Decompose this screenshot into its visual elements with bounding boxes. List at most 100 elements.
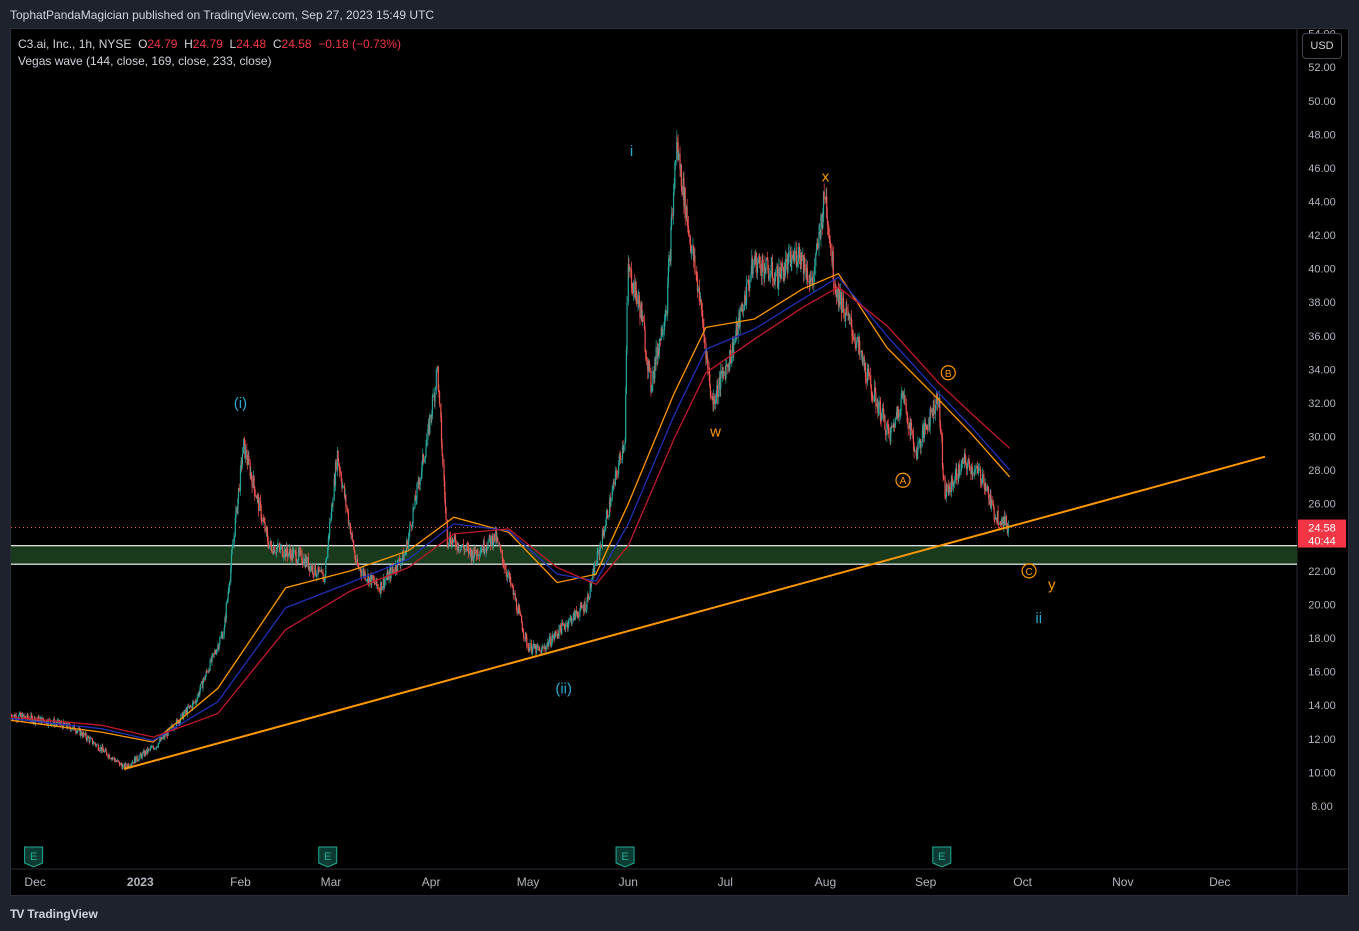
candle-body	[956, 469, 958, 480]
candle-body	[106, 751, 108, 756]
candle-body	[555, 631, 557, 634]
candle-body	[720, 370, 722, 389]
candle-body	[474, 546, 476, 553]
candle-body	[813, 266, 816, 273]
earnings-marker[interactable]: E	[24, 846, 44, 868]
candle-body	[331, 505, 333, 519]
candle-body	[616, 474, 618, 475]
candle-body	[597, 550, 599, 552]
earnings-marker[interactable]: E	[932, 846, 952, 868]
candle-body	[791, 255, 793, 263]
candle-body	[897, 409, 900, 418]
candle-body	[431, 396, 434, 415]
candle-body	[374, 583, 376, 585]
candle-body	[254, 495, 256, 497]
wave-label[interactable]: y	[1048, 576, 1056, 593]
candle-body	[86, 736, 88, 741]
y-tick-label: 22.00	[1308, 566, 1336, 578]
wave-label[interactable]: (ii)	[555, 680, 572, 697]
symbol-label[interactable]: C3.ai, Inc., 1h, NYSE	[18, 37, 131, 51]
candle-body	[985, 483, 987, 491]
wave-label[interactable]: (i)	[234, 395, 247, 412]
candle-body	[672, 192, 675, 216]
wave-label[interactable]: C	[1025, 567, 1032, 578]
y-tick-label: 34.00	[1308, 364, 1336, 376]
candle-body	[390, 567, 392, 578]
candles[interactable]	[11, 130, 1009, 771]
candle-body	[949, 487, 951, 493]
candle-body	[471, 550, 473, 560]
x-tick-label: Jul	[718, 875, 733, 889]
currency-button[interactable]: USD	[1302, 33, 1342, 59]
wave-label[interactable]: x	[822, 168, 830, 185]
candle-body	[917, 442, 919, 453]
candle-body	[603, 529, 605, 536]
y-tick-label: 12.00	[1308, 734, 1336, 746]
candle-body	[758, 255, 761, 264]
candle-body	[855, 341, 858, 348]
wave-label[interactable]: i	[630, 143, 633, 160]
candle-body	[697, 287, 699, 292]
chart-area[interactable]: 54.0052.0050.0048.0046.0044.0042.0040.00…	[10, 28, 1349, 896]
candle-body	[461, 544, 463, 547]
candle-body	[881, 408, 883, 413]
candle-body	[419, 477, 421, 485]
y-tick-label: 26.00	[1308, 499, 1336, 511]
candle-body	[978, 469, 980, 471]
candle-body	[409, 524, 412, 526]
tradingview-logo[interactable]: TV TradingView	[10, 907, 98, 921]
candle-body	[700, 300, 702, 311]
candle-body	[775, 274, 777, 278]
brand-text: TradingView	[27, 907, 98, 921]
candle-body	[994, 517, 997, 520]
candle-body	[251, 478, 253, 488]
candle-body	[969, 463, 971, 471]
wave-label[interactable]: ii	[1035, 610, 1042, 627]
candle-body	[904, 395, 906, 404]
wave-label[interactable]: A	[900, 476, 907, 487]
candle-body	[710, 396, 712, 397]
candle-body	[842, 297, 845, 313]
candle-body	[99, 747, 101, 751]
trendline[interactable]	[123, 455, 1266, 770]
candle-body	[639, 304, 641, 319]
candle-body	[810, 277, 812, 281]
support-zone[interactable]	[11, 545, 1297, 565]
candle-body	[529, 643, 531, 649]
candle-body	[923, 422, 925, 439]
candle-body	[952, 482, 955, 487]
wave-label[interactable]: B	[945, 369, 952, 380]
candle-body	[771, 261, 774, 279]
x-tick-label: Sep	[915, 875, 937, 889]
candle-body	[875, 392, 877, 407]
y-tick-label: 10.00	[1308, 767, 1336, 779]
candle-body	[965, 464, 967, 469]
earnings-marker[interactable]: E	[318, 846, 338, 868]
candle-body	[680, 165, 682, 187]
candle-body	[241, 453, 244, 465]
chart-canvas[interactable]: 54.0052.0050.0048.0046.0044.0042.0040.00…	[11, 29, 1348, 895]
x-tick-label: Dec	[24, 875, 45, 889]
candle-body	[506, 574, 509, 578]
candle-body	[314, 563, 317, 575]
x-tick-label: Dec	[1209, 875, 1230, 889]
candle-body	[232, 544, 234, 549]
candle-body	[742, 309, 744, 311]
indicator-label[interactable]: Vegas wave (144, close, 169, close, 233,…	[18, 54, 271, 68]
candle-body	[833, 279, 835, 288]
candle-body	[371, 575, 373, 585]
candle-body	[403, 554, 405, 561]
wave-label[interactable]: w	[709, 424, 721, 441]
candle-body	[852, 335, 854, 340]
candle-body	[943, 475, 945, 478]
candle-body	[500, 549, 502, 551]
candle-body	[438, 391, 441, 404]
earnings-marker[interactable]: E	[615, 846, 635, 868]
candle-body	[539, 649, 541, 651]
candle-body	[545, 645, 547, 650]
candle-body	[484, 551, 486, 553]
candle-body	[510, 576, 512, 585]
candle-body	[756, 262, 759, 273]
candle-body	[859, 340, 861, 353]
candle-body	[83, 732, 85, 736]
